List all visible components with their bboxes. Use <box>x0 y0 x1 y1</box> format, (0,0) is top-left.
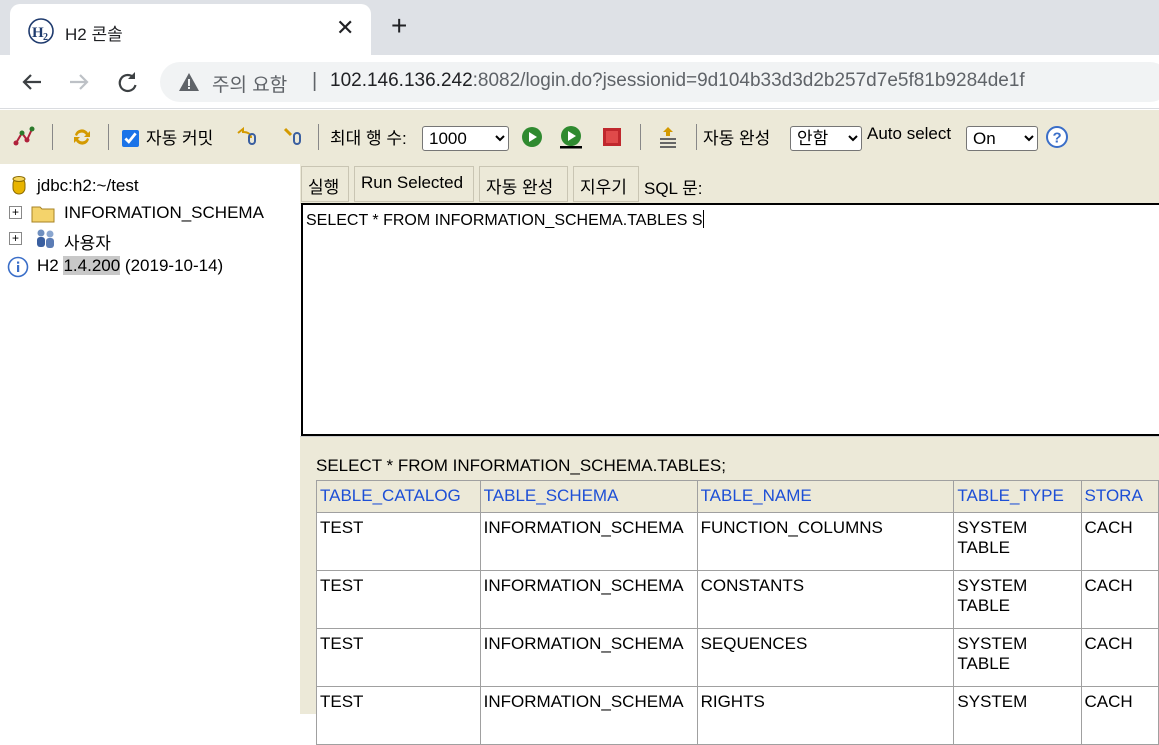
disconnect-icon[interactable] <box>12 125 36 149</box>
table-cell: SYSTEM TABLE <box>953 570 1082 629</box>
url-text[interactable]: 102.146.136.242:8082/login.do?jsessionid… <box>330 70 1025 92</box>
connection-label: jdbc:h2:~/test <box>37 176 139 195</box>
warning-icon[interactable] <box>178 71 200 93</box>
table-cell: SYSTEM TABLE <box>953 512 1082 571</box>
table-row: TEST INFORMATION_SCHEMA FUNCTION_COLUMNS… <box>316 512 1159 571</box>
table-cell: SYSTEM <box>953 686 1082 745</box>
url-host: 102.146.136.242 <box>330 70 473 91</box>
column-header[interactable]: TABLE_NAME <box>696 480 955 513</box>
column-header[interactable]: TABLE_TYPE <box>953 480 1082 513</box>
reload-icon[interactable] <box>112 67 142 97</box>
table-row: TEST INFORMATION_SCHEMA SEQUENCES SYSTEM… <box>316 628 1159 687</box>
users-icon <box>37 229 54 248</box>
browser-tab[interactable]: H 2 H2 콘솔 ✕ <box>10 4 371 55</box>
rollback-icon[interactable] <box>235 125 259 149</box>
toolbar-separator <box>52 124 53 150</box>
version-text: H2 1.4.200 (2019-10-14) <box>37 256 223 276</box>
table-cell: CACH <box>1080 686 1159 745</box>
table-cell: CONSTANTS <box>696 570 955 629</box>
svg-text:2: 2 <box>43 32 48 43</box>
table-cell: CACH <box>1080 628 1159 687</box>
column-header[interactable]: TABLE_SCHEMA <box>479 480 698 513</box>
table-cell: RIGHTS <box>696 686 955 745</box>
commit-icon[interactable] <box>281 125 305 149</box>
tab-title: H2 콘솔 <box>65 25 123 44</box>
database-icon <box>12 176 26 195</box>
refresh-icon[interactable] <box>70 125 94 149</box>
max-rows-select[interactable]: 1000 <box>422 126 509 151</box>
stop-icon[interactable] <box>600 125 624 149</box>
table-cell: SYSTEM TABLE <box>953 628 1082 687</box>
back-arrow-icon[interactable] <box>17 67 47 97</box>
sql-text: SELECT * FROM INFORMATION_SCHEMA.TABLES … <box>306 212 703 229</box>
address-bar: 주의 요함 | 102.146.136.242:8082/login.do?js… <box>0 55 1159 109</box>
max-rows-label: 최대 행 수: <box>330 129 407 148</box>
table-cell: INFORMATION_SCHEMA <box>479 628 698 687</box>
browser-tabstrip: H 2 H2 콘솔 ✕ + <box>0 0 1159 55</box>
run-selected-icon[interactable] <box>559 125 583 149</box>
tab-close-icon[interactable]: ✕ <box>336 17 354 39</box>
auto-commit-checkbox[interactable] <box>122 130 139 147</box>
table-cell: SEQUENCES <box>696 628 955 687</box>
autocomplete-label: 자동 완성 <box>703 129 771 148</box>
table-row: TEST INFORMATION_SCHEMA RIGHTS SYSTEM CA… <box>316 686 1159 745</box>
autocomplete-button[interactable]: 자동 완성 <box>479 166 568 202</box>
help-icon[interactable]: ? <box>1045 125 1069 149</box>
h2-logo-icon: H 2 <box>28 18 54 44</box>
svg-text:?: ? <box>1053 130 1062 147</box>
table-cell: TEST <box>316 570 481 629</box>
table-cell: TEST <box>316 512 481 571</box>
run-icon[interactable] <box>520 125 544 149</box>
expand-icon[interactable]: + <box>9 232 22 245</box>
toolbar-separator <box>318 124 319 150</box>
users-label: 사용자 <box>64 234 111 253</box>
version-number: 1.4.200 <box>63 256 121 275</box>
auto-select-select[interactable]: On <box>966 126 1038 151</box>
auto-select-label: Auto select <box>867 124 952 143</box>
omnibox-separator: | <box>312 70 318 92</box>
result-panel: SELECT * FROM INFORMATION_SCHEMA.TABLES;… <box>300 436 1159 745</box>
table-cell: INFORMATION_SCHEMA <box>479 512 698 571</box>
info-icon <box>7 256 29 278</box>
table-cell: FUNCTION_COLUMNS <box>696 512 955 571</box>
folder-icon <box>31 206 55 223</box>
auto-commit-label: 자동 커밋 <box>146 129 214 148</box>
table-cell: CACH <box>1080 512 1159 571</box>
run-selected-button[interactable]: Run Selected <box>354 166 474 202</box>
table-cell: INFORMATION_SCHEMA <box>479 570 698 629</box>
text-caret <box>702 210 704 228</box>
clear-button[interactable]: 지우기 <box>573 166 639 202</box>
toolbar-separator <box>696 124 697 150</box>
history-icon[interactable] <box>656 125 680 149</box>
expand-icon[interactable]: + <box>9 206 22 219</box>
table-cell: CACH <box>1080 570 1159 629</box>
execute-button[interactable]: 실행 <box>301 166 349 202</box>
result-table: TABLE_CATALOG TABLE_SCHEMA TABLE_NAME TA… <box>316 480 1159 745</box>
omnibox[interactable]: 주의 요함 | 102.146.136.242:8082/login.do?js… <box>160 62 1159 102</box>
table-row: TEST INFORMATION_SCHEMA CONSTANTS SYSTEM… <box>316 570 1159 629</box>
table-cell: TEST <box>316 628 481 687</box>
new-tab-button[interactable]: + <box>391 12 407 40</box>
editor-panel: 실행 Run Selected 자동 완성 지우기 SQL 문: SELECT … <box>300 164 1159 745</box>
table-cell: INFORMATION_SCHEMA <box>479 686 698 745</box>
autocomplete-select[interactable]: 안함 <box>790 126 862 151</box>
version-prefix: H2 <box>37 256 64 275</box>
sql-editor[interactable]: SELECT * FROM INFORMATION_SCHEMA.TABLES … <box>301 203 1159 436</box>
url-path: :8082/login.do?jsessionid=9d104b33d3d2b2… <box>472 70 1025 91</box>
table-header-row: TABLE_CATALOG TABLE_SCHEMA TABLE_NAME TA… <box>316 480 1159 513</box>
sql-label: SQL 문: <box>644 179 703 198</box>
schema-label: INFORMATION_SCHEMA <box>64 203 264 222</box>
object-tree: jdbc:h2:~/test + INFORMATION_SCHEMA + 사용… <box>0 164 300 714</box>
result-query: SELECT * FROM INFORMATION_SCHEMA.TABLES; <box>316 456 726 475</box>
toolbar-separator <box>108 124 109 150</box>
toolbar-separator <box>640 124 641 150</box>
table-cell: TEST <box>316 686 481 745</box>
column-header[interactable]: TABLE_CATALOG <box>316 480 481 513</box>
version-date: (2019-10-14) <box>120 256 224 275</box>
column-header[interactable]: STORA <box>1080 480 1159 513</box>
forward-arrow-icon[interactable] <box>64 67 94 97</box>
security-warning-label[interactable]: 주의 요함 <box>212 70 287 97</box>
